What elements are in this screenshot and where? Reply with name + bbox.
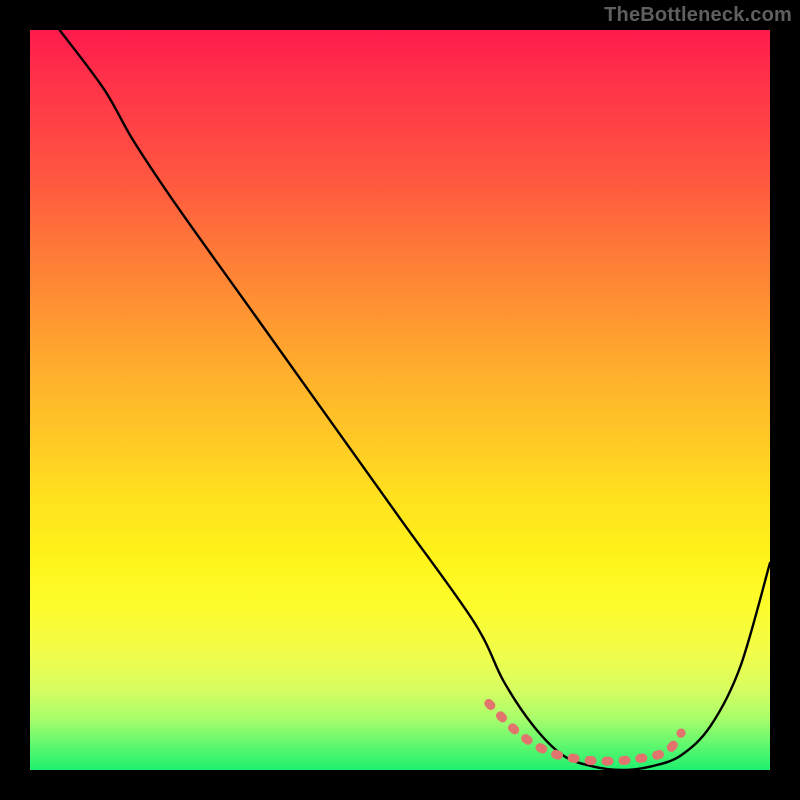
optimal-zone-marker-path: [489, 703, 681, 761]
bottleneck-curve-path: [60, 30, 770, 770]
chart-svg: [30, 30, 770, 770]
chart-frame: TheBottleneck.com: [0, 0, 800, 800]
watermark-text: TheBottleneck.com: [604, 4, 792, 27]
chart-plot-area: [30, 30, 770, 770]
